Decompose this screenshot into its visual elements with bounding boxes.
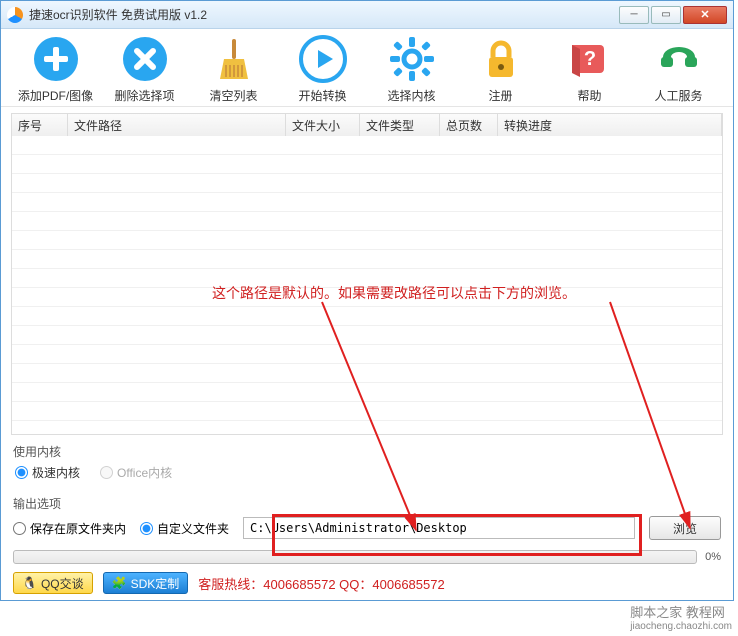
- toolbar-add[interactable]: 添加PDF/图像: [11, 35, 100, 104]
- table-body: [12, 136, 722, 421]
- progress-bar: [13, 550, 697, 564]
- sdk-button[interactable]: 🧩SDK定制: [103, 572, 189, 594]
- table-header: 序号 文件路径 文件大小 文件类型 总页数 转换进度: [12, 114, 722, 136]
- toolbar-delete[interactable]: 删除选择项: [100, 35, 189, 104]
- radio-keep-folder[interactable]: 保存在原文件夹内: [13, 520, 126, 537]
- toolbar-start[interactable]: 开始转换: [278, 35, 367, 104]
- toolbar-kernel[interactable]: 选择内核: [367, 35, 456, 104]
- gear-icon: [388, 35, 436, 83]
- output-section-label: 输出选项: [1, 487, 733, 516]
- watermark: 脚本之家 教程网 jiaocheng.chaozhi.com: [630, 602, 732, 632]
- kernel-section-label: 使用内核: [1, 435, 733, 464]
- minimize-button[interactable]: ─: [619, 6, 649, 24]
- window-title: 捷速ocr识别软件 免费试用版 v1.2: [29, 6, 619, 23]
- hotline-text: 客服热线：4006685572 QQ：4006685572: [198, 574, 444, 593]
- close-button[interactable]: ✕: [683, 6, 727, 24]
- app-icon: [7, 7, 23, 23]
- radio-fast-kernel[interactable]: 极速内核: [15, 464, 80, 481]
- plus-icon: [32, 35, 80, 83]
- x-icon: [121, 35, 169, 83]
- toolbar-service[interactable]: 人工服务: [634, 35, 723, 104]
- progress-percent: 0%: [705, 551, 721, 563]
- file-table: 序号 文件路径 文件大小 文件类型 总页数 转换进度: [11, 113, 723, 435]
- qq-icon: 🐧: [22, 576, 37, 590]
- toolbar-help[interactable]: ? 帮助: [545, 35, 634, 104]
- browse-button[interactable]: 浏览: [649, 516, 721, 540]
- maximize-button[interactable]: ▭: [651, 6, 681, 24]
- help-icon: ?: [566, 35, 614, 83]
- puzzle-icon: 🧩: [112, 576, 127, 590]
- output-path-input[interactable]: [243, 517, 635, 539]
- toolbar-register[interactable]: 注册: [456, 35, 545, 104]
- broom-icon: [210, 35, 258, 83]
- svg-text:?: ?: [583, 48, 595, 70]
- toolbar-clear[interactable]: 清空列表: [189, 35, 278, 104]
- radio-custom-folder[interactable]: 自定义文件夹: [140, 520, 229, 537]
- play-icon: [299, 35, 347, 83]
- lock-icon: [477, 35, 525, 83]
- radio-office-kernel[interactable]: Office内核: [100, 464, 172, 481]
- phone-icon: [655, 35, 703, 83]
- toolbar: 添加PDF/图像 删除选择项 清空列表 开始转换 选择内核 注册 ? 帮助 人工: [1, 29, 733, 107]
- qq-chat-button[interactable]: 🐧QQ交谈: [13, 572, 93, 594]
